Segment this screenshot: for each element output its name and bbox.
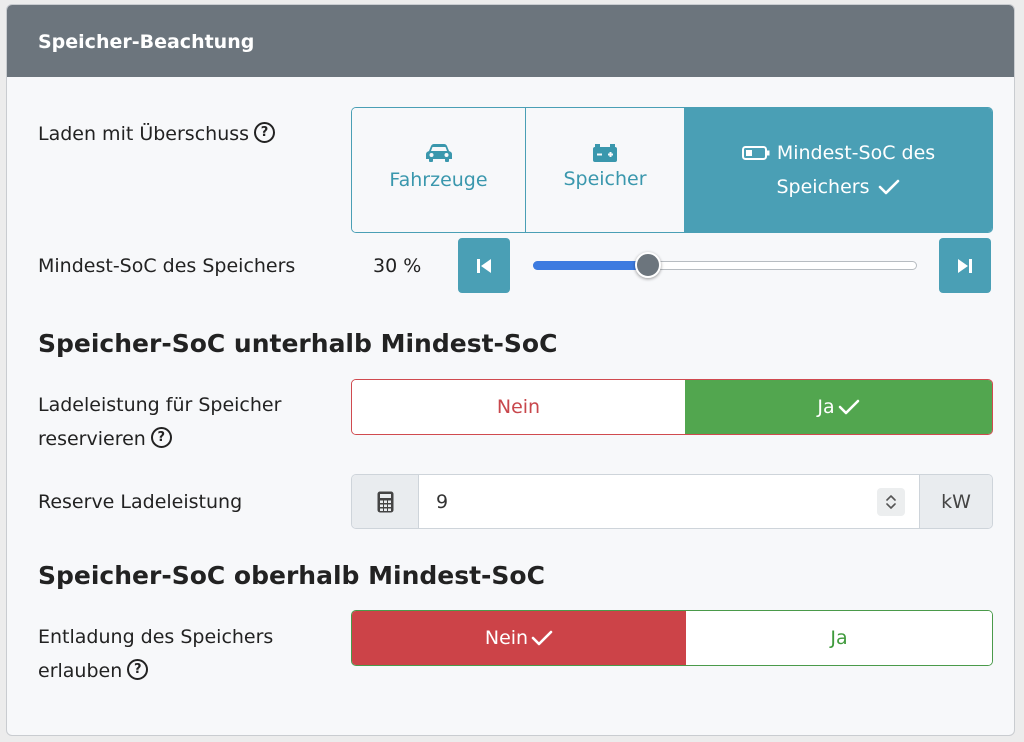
- surplus-option-storage[interactable]: Speicher: [526, 108, 685, 232]
- power-input-group: 9 kW: [351, 474, 993, 529]
- discharge-no-label: Nein: [484, 627, 529, 649]
- option-label: Speicher: [563, 168, 647, 190]
- option-label-line1: Mindest-SoC des: [776, 142, 936, 164]
- option-label-line2: Speichers: [776, 176, 870, 198]
- min-soc-slider[interactable]: [533, 252, 917, 278]
- reserve-label: Ladeleistung für Speicher reservieren?: [38, 388, 281, 456]
- card-header: Speicher-Beachtung: [7, 5, 1014, 77]
- above-section-title: Speicher-SoC oberhalb Mindest-SoC: [38, 561, 545, 590]
- step-backward-icon: [477, 258, 491, 273]
- power-input[interactable]: 9: [418, 475, 920, 528]
- storage-settings-card: Speicher-Beachtung Laden mit Überschuss?…: [6, 4, 1015, 736]
- power-input-prefix: [352, 475, 418, 528]
- check-icon: [838, 399, 859, 415]
- min-soc-label: Mindest-SoC des Speichers: [38, 255, 296, 277]
- slider-fill: [533, 261, 649, 270]
- reserve-no-label: Nein: [496, 396, 541, 418]
- surplus-option-vehicles[interactable]: Fahrzeuge: [352, 108, 526, 232]
- min-soc-increase-button[interactable]: [939, 238, 991, 293]
- reserve-no-button[interactable]: Nein: [352, 380, 685, 434]
- reserve-label-line1: Ladeleistung für Speicher: [38, 394, 282, 416]
- discharge-toggle-group: Nein Ja: [351, 610, 993, 666]
- surplus-label-row: Laden mit Überschuss?: [38, 117, 276, 151]
- car-icon: [425, 144, 452, 162]
- slider-thumb[interactable]: [635, 252, 662, 278]
- power-unit-label: kW: [941, 490, 971, 513]
- surplus-label: Laden mit Überschuss: [38, 123, 250, 145]
- discharge-yes-button[interactable]: Ja: [686, 611, 992, 665]
- discharge-no-button[interactable]: Nein: [352, 611, 686, 665]
- power-input-value: 9: [436, 490, 449, 513]
- up-down-icon: [886, 495, 896, 509]
- option-second-line: Speichers: [777, 170, 901, 204]
- card-title: Speicher-Beachtung: [38, 31, 255, 53]
- below-section-title: Speicher-SoC unterhalb Mindest-SoC: [38, 329, 558, 358]
- power-label: Reserve Ladeleistung: [38, 491, 243, 513]
- discharge-label: Entladung des Speichers erlauben?: [38, 620, 273, 688]
- reserve-label-line2: reservieren: [38, 428, 146, 450]
- reserve-yes-button[interactable]: Ja: [685, 380, 992, 434]
- surplus-mode-group: Fahrzeuge Speicher Mindest-SoC des Speic…: [351, 107, 993, 233]
- discharge-yes-label: Ja: [830, 627, 848, 649]
- option-label: Fahrzeuge: [389, 169, 488, 191]
- surplus-option-min-soc[interactable]: Mindest-SoC des Speichers: [685, 108, 992, 232]
- check-icon: [879, 179, 900, 195]
- min-soc-decrease-button[interactable]: [458, 238, 510, 293]
- reserve-yes-label: Ja: [817, 396, 835, 418]
- calculator-icon: [377, 491, 393, 512]
- check-icon: [531, 630, 553, 646]
- battery-charge-icon: [593, 144, 617, 162]
- reserve-toggle-group: Nein Ja: [351, 379, 993, 435]
- power-input-unit: kW: [920, 475, 992, 528]
- discharge-label-line2: erlauben: [38, 660, 123, 682]
- help-icon[interactable]: ?: [150, 427, 172, 448]
- step-forward-icon: [958, 258, 972, 273]
- number-spinner[interactable]: [877, 488, 905, 516]
- min-soc-value: 30 %: [373, 255, 422, 277]
- option-first-line: Mindest-SoC des: [741, 136, 936, 170]
- discharge-label-line1: Entladung des Speichers: [38, 626, 274, 648]
- help-icon[interactable]: ?: [127, 659, 149, 680]
- battery-icon: [741, 146, 770, 160]
- help-icon[interactable]: ?: [254, 122, 276, 143]
